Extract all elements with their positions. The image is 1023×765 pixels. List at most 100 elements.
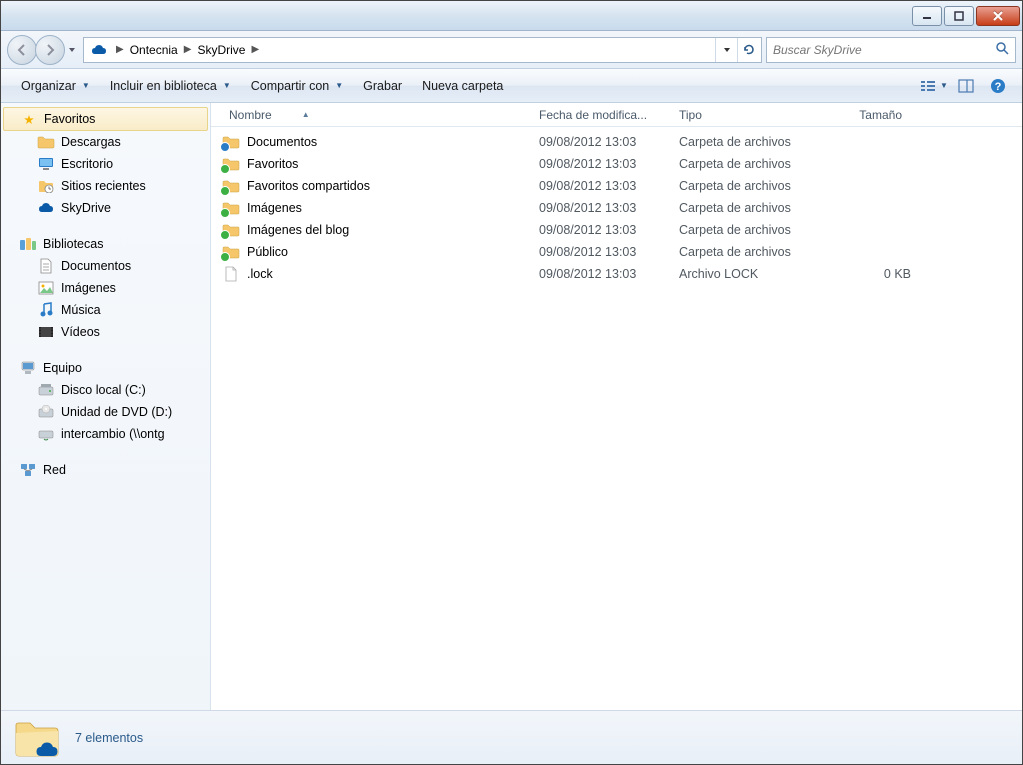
sidebar-item-desktop[interactable]: Escritorio: [1, 153, 210, 175]
folder-icon: [221, 155, 241, 173]
back-button[interactable]: [7, 35, 37, 65]
file-date: 09/08/2012 13:03: [531, 267, 671, 281]
maximize-button[interactable]: [944, 6, 974, 26]
file-row[interactable]: Público09/08/2012 13:03Carpeta de archiv…: [221, 241, 1022, 263]
sidebar-libraries-header[interactable]: Bibliotecas: [1, 233, 210, 255]
include-library-menu[interactable]: Incluir en biblioteca ▼: [100, 75, 241, 97]
file-date: 09/08/2012 13:03: [531, 179, 671, 193]
sidebar-computer-header[interactable]: Equipo: [1, 357, 210, 379]
status-folder-icon: [13, 717, 61, 759]
pictures-icon: [37, 280, 55, 296]
organize-menu[interactable]: Organizar▼: [11, 75, 100, 97]
file-row[interactable]: .lock09/08/2012 13:03Archivo LOCK0 KB: [221, 263, 1022, 285]
file-name: Favoritos compartidos: [247, 179, 531, 193]
new-folder-button[interactable]: Nueva carpeta: [412, 75, 513, 97]
dropdown-icon: ▼: [940, 81, 948, 90]
minimize-button[interactable]: [912, 6, 942, 26]
sidebar-label: Bibliotecas: [43, 237, 103, 251]
file-type: Carpeta de archivos: [671, 179, 821, 193]
preview-pane-button[interactable]: [952, 74, 980, 98]
file-list: Documentos09/08/2012 13:03Carpeta de arc…: [211, 127, 1022, 710]
document-icon: [37, 258, 55, 274]
video-icon: [37, 324, 55, 340]
sidebar-label: Equipo: [43, 361, 82, 375]
navigation-row: ▶ Ontecnia ▶ SkyDrive ▶: [1, 31, 1022, 69]
breadcrumb-separator-icon: ▶: [247, 44, 263, 55]
sidebar-item-recent[interactable]: Sitios recientes: [1, 175, 210, 197]
sidebar-item-downloads[interactable]: Descargas: [1, 131, 210, 153]
sidebar-item-music[interactable]: Música: [1, 299, 210, 321]
close-button[interactable]: [976, 6, 1020, 26]
address-bar[interactable]: ▶ Ontecnia ▶ SkyDrive ▶: [83, 37, 762, 63]
organize-label: Organizar: [21, 79, 76, 93]
refresh-button[interactable]: [737, 38, 759, 62]
column-header-size[interactable]: Tamaño: [821, 104, 911, 126]
sidebar-item-label: Unidad de DVD (D:): [61, 405, 172, 419]
file-name: Público: [247, 245, 531, 259]
search-icon: [995, 41, 1009, 58]
svg-text:?: ?: [995, 81, 1002, 93]
file-date: 09/08/2012 13:03: [531, 201, 671, 215]
file-date: 09/08/2012 13:03: [531, 223, 671, 237]
folder-icon: [221, 133, 241, 151]
skydrive-icon: [90, 41, 108, 59]
network-icon: [19, 462, 37, 478]
explorer-window: ▶ Ontecnia ▶ SkyDrive ▶ Organizar▼ Inclu…: [0, 0, 1023, 765]
column-header-type[interactable]: Tipo: [671, 104, 821, 126]
dvd-icon: [37, 404, 55, 420]
file-row[interactable]: Imágenes del blog09/08/2012 13:03Carpeta…: [221, 219, 1022, 241]
file-name: .lock: [247, 267, 531, 281]
file-name: Imágenes: [247, 201, 531, 215]
sidebar-item-skydrive[interactable]: SkyDrive: [1, 197, 210, 219]
file-date: 09/08/2012 13:03: [531, 245, 671, 259]
search-input[interactable]: [773, 43, 995, 57]
sidebar-item-label: Documentos: [61, 259, 131, 273]
sidebar-item-label: Disco local (C:): [61, 383, 146, 397]
music-icon: [37, 302, 55, 318]
file-row[interactable]: Documentos09/08/2012 13:03Carpeta de arc…: [221, 131, 1022, 153]
folder-icon: [221, 243, 241, 261]
breadcrumb-segment[interactable]: Ontecnia: [128, 43, 180, 57]
file-row[interactable]: Favoritos09/08/2012 13:03Carpeta de arch…: [221, 153, 1022, 175]
network-drive-icon: [37, 426, 55, 442]
file-row[interactable]: Imágenes09/08/2012 13:03Carpeta de archi…: [221, 197, 1022, 219]
help-button[interactable]: ?: [984, 74, 1012, 98]
include-label: Incluir en biblioteca: [110, 79, 217, 93]
file-row[interactable]: Favoritos compartidos09/08/2012 13:03Car…: [221, 175, 1022, 197]
sidebar-network-header[interactable]: Red: [1, 459, 210, 481]
sidebar-item-pictures[interactable]: Imágenes: [1, 277, 210, 299]
search-box[interactable]: [766, 37, 1016, 63]
sidebar-item-videos[interactable]: Vídeos: [1, 321, 210, 343]
sidebar-item-label: Vídeos: [61, 325, 100, 339]
sidebar-label: Favoritos: [44, 112, 95, 126]
star-icon: ★: [20, 111, 38, 127]
file-name: Imágenes del blog: [247, 223, 531, 237]
sidebar-item-label: SkyDrive: [61, 201, 111, 215]
column-header-date[interactable]: Fecha de modifica...: [531, 104, 671, 126]
sidebar-item-documents[interactable]: Documentos: [1, 255, 210, 277]
toolbar: Organizar▼ Incluir en biblioteca▼ Compar…: [1, 69, 1022, 103]
address-dropdown-button[interactable]: [715, 38, 737, 62]
desktop-icon: [37, 156, 55, 172]
column-headers: Nombre▲ Fecha de modifica... Tipo Tamaño: [211, 103, 1022, 127]
sidebar-item-dvd-drive[interactable]: Unidad de DVD (D:): [1, 401, 210, 423]
titlebar: [1, 1, 1022, 31]
file-type: Carpeta de archivos: [671, 157, 821, 171]
sidebar-item-network-drive[interactable]: intercambio (\\ontg: [1, 423, 210, 445]
file-type: Carpeta de archivos: [671, 135, 821, 149]
file-type: Archivo LOCK: [671, 267, 821, 281]
view-options-button[interactable]: ▼: [920, 74, 948, 98]
file-date: 09/08/2012 13:03: [531, 135, 671, 149]
forward-button[interactable]: [35, 35, 65, 65]
dropdown-icon: ▼: [223, 81, 231, 90]
nav-history-dropdown[interactable]: [65, 35, 79, 65]
folder-icon: [221, 199, 241, 217]
burn-button[interactable]: Grabar: [353, 75, 412, 97]
sidebar-favorites-header[interactable]: ★ Favoritos: [3, 107, 208, 131]
dropdown-icon: ▼: [335, 81, 343, 90]
column-header-name[interactable]: Nombre▲: [221, 104, 531, 126]
column-label: Nombre: [229, 108, 272, 122]
share-menu[interactable]: Compartir con▼: [241, 75, 353, 97]
sidebar-item-local-disk[interactable]: Disco local (C:): [1, 379, 210, 401]
breadcrumb-segment[interactable]: SkyDrive: [195, 43, 247, 57]
